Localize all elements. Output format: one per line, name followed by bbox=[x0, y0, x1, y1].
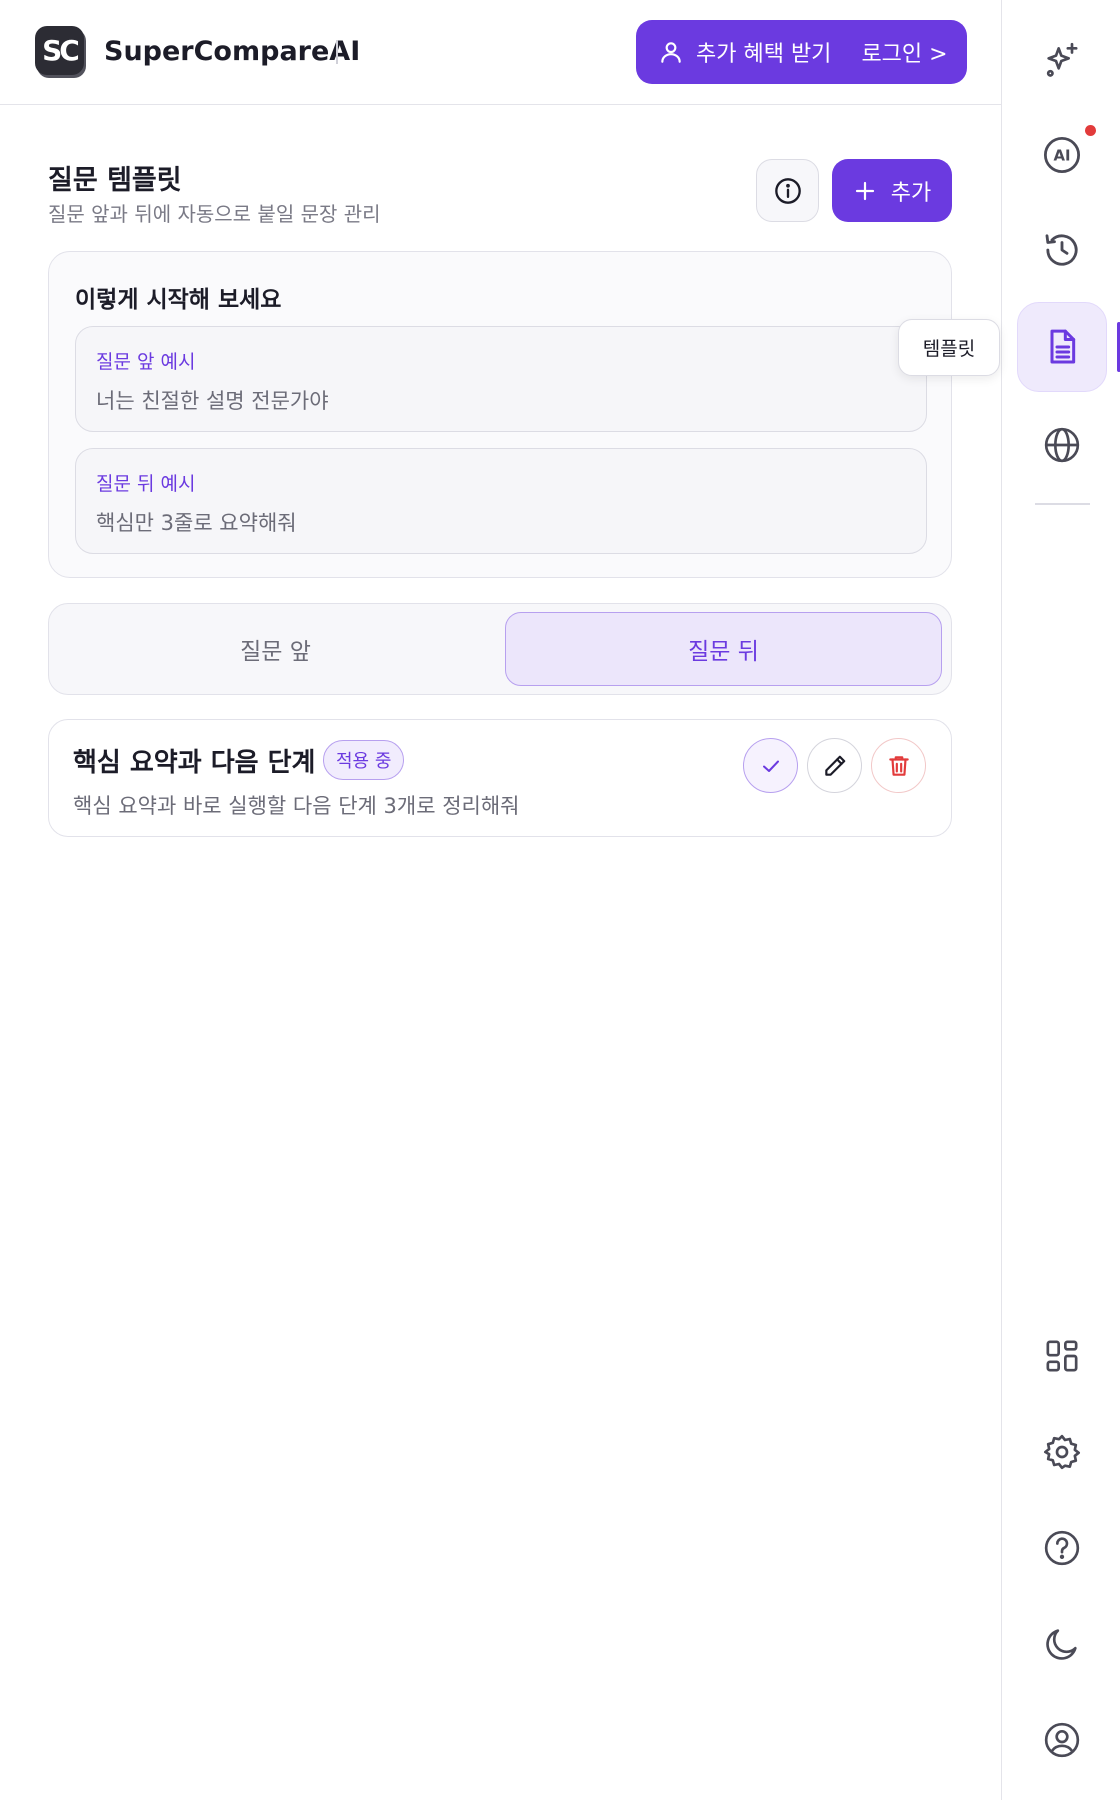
template-name: 핵심 요약과 다음 단계 bbox=[73, 748, 316, 778]
notification-dot bbox=[1085, 125, 1096, 136]
rail-item-profile[interactable] bbox=[1017, 1695, 1107, 1785]
page-subtitle: 질문 앞과 뒤에 자동으로 붙일 문장 관리 bbox=[48, 202, 381, 226]
template-description: 핵심 요약과 바로 실행할 다음 단계 3개로 정리해줘 bbox=[73, 794, 520, 818]
user-icon bbox=[661, 42, 681, 63]
sparkles-icon bbox=[1046, 42, 1078, 77]
tooltip-templates: 템플릿 bbox=[898, 319, 1000, 376]
status-badge: 적용 중 bbox=[323, 740, 405, 780]
globe-icon bbox=[1044, 427, 1080, 463]
page-title: 질문 템플릿 bbox=[48, 165, 182, 196]
rail-item-apps[interactable] bbox=[1017, 1311, 1107, 1401]
rail-item-templates[interactable] bbox=[1017, 302, 1107, 392]
tab-after-question[interactable]: 질문 뒤 bbox=[505, 612, 942, 686]
user-circle-icon bbox=[1044, 1722, 1080, 1758]
rail-item-globe[interactable] bbox=[1017, 400, 1107, 490]
add-label: 추가 bbox=[890, 180, 932, 206]
rail-item-sparkles[interactable] bbox=[1017, 15, 1107, 105]
pencil-icon bbox=[824, 755, 845, 776]
svg-text:AI: AI bbox=[1053, 147, 1070, 165]
example-item-prefix[interactable]: 질문 앞 예시 너는 친절한 설명 전문가야 bbox=[75, 326, 927, 432]
plus-icon bbox=[855, 181, 874, 200]
settings-icon bbox=[1044, 1434, 1080, 1470]
promo-login-button[interactable]: 추가 혜택 받기 로그인 > bbox=[636, 20, 967, 84]
promo-label: 추가 혜택 받기 bbox=[696, 42, 832, 67]
example-label: 질문 뒤 예시 bbox=[96, 473, 196, 495]
history-icon bbox=[1045, 234, 1078, 266]
info-icon bbox=[774, 177, 801, 204]
trash-icon bbox=[888, 755, 909, 776]
help-icon bbox=[1044, 1530, 1080, 1566]
top-bar: SC SuperCompareAI 추가 혜택 받기 로그인 > bbox=[0, 0, 1001, 105]
rail-item-ai[interactable]: AI bbox=[1017, 110, 1107, 200]
add-template-button[interactable]: 추가 bbox=[832, 159, 952, 222]
example-text: 너는 친절한 설명 전문가야 bbox=[96, 389, 329, 413]
rail-item-settings[interactable] bbox=[1017, 1407, 1107, 1497]
examples-card: 이렇게 시작해 보세요 질문 앞 예시 너는 친절한 설명 전문가야 질문 뒤 … bbox=[48, 251, 952, 578]
rail-item-theme[interactable] bbox=[1017, 1599, 1107, 1689]
examples-title: 이렇게 시작해 보세요 bbox=[75, 287, 282, 313]
apply-button[interactable] bbox=[743, 738, 798, 793]
app-logo: SC bbox=[35, 26, 84, 75]
check-icon bbox=[762, 760, 779, 772]
right-sidebar: AI bbox=[1001, 0, 1120, 1800]
rail-item-help[interactable] bbox=[1017, 1503, 1107, 1593]
edit-button[interactable] bbox=[807, 738, 862, 793]
grid-icon bbox=[1046, 1340, 1078, 1372]
ai-icon: AI bbox=[1043, 136, 1081, 174]
document-icon bbox=[1050, 329, 1076, 364]
template-item: 핵심 요약과 다음 단계 적용 중 핵심 요약과 바로 실행할 다음 단계 3개… bbox=[48, 719, 952, 837]
main-panel: SC SuperCompareAI 추가 혜택 받기 로그인 > 질문 템플릿 … bbox=[0, 0, 1001, 1800]
app-title: SuperCompareAI bbox=[104, 36, 361, 67]
rail-divider bbox=[1035, 503, 1090, 505]
login-label: 로그인 > bbox=[861, 42, 948, 67]
rail-item-history[interactable] bbox=[1017, 205, 1107, 295]
tab-before-question[interactable]: 질문 앞 bbox=[57, 612, 494, 686]
moon-icon bbox=[1046, 1629, 1077, 1660]
logo-text: SC bbox=[42, 34, 80, 67]
delete-button[interactable] bbox=[871, 738, 926, 793]
example-text: 핵심만 3줄로 요약해줘 bbox=[96, 511, 297, 535]
example-label: 질문 앞 예시 bbox=[96, 351, 196, 373]
info-button[interactable] bbox=[756, 159, 819, 222]
position-toggle: 질문 앞 질문 뒤 bbox=[48, 603, 952, 695]
title-divider bbox=[336, 40, 338, 64]
example-item-suffix[interactable]: 질문 뒤 예시 핵심만 3줄로 요약해줘 bbox=[75, 448, 927, 554]
